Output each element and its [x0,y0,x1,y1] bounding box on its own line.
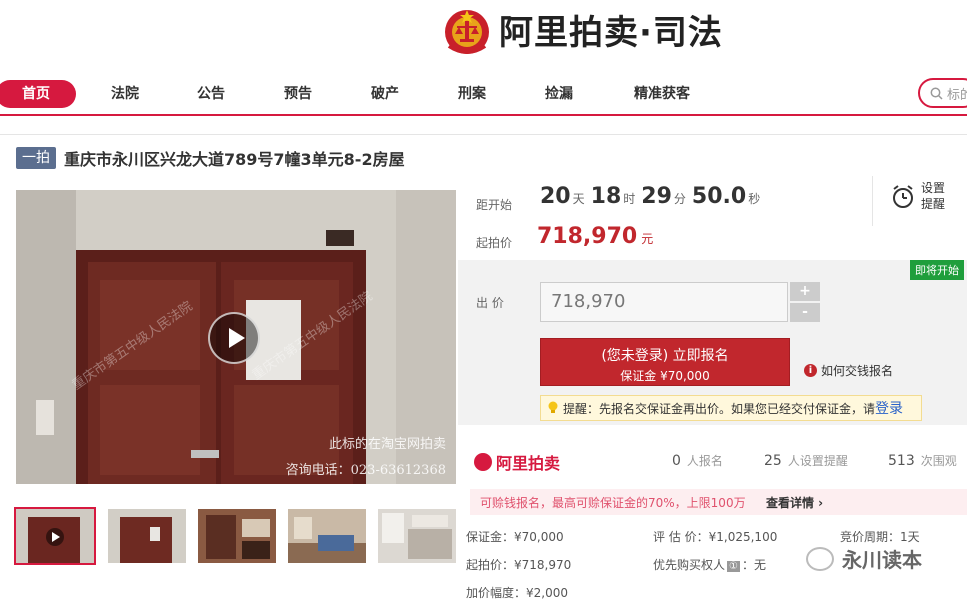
nav-item-home[interactable]: 首页 [0,80,76,108]
countdown-label: 距开始 [476,198,513,212]
play-icon [229,328,245,348]
nav-item-notice[interactable]: 公告 [186,80,236,108]
ali-auction-logo: 阿里拍卖 [474,450,560,474]
countdown-minutes: 29 [641,184,672,209]
howto-pay-label: 如何交钱报名 [821,364,894,378]
search-box[interactable]: 标的 [918,78,967,108]
signup-deposit-label: 保证金 ¥70,000 [620,369,710,383]
countdown-minutes-unit: 分 [673,192,686,206]
nav-item-bargain[interactable]: 捡漏 [534,80,584,108]
priority-badge: ① [727,561,740,572]
start-price-label: 起拍价 [476,236,513,250]
page-title: 重庆市永川区兴龙大道789号7幢3单元8-2房屋 [64,150,405,169]
search-icon [930,87,943,100]
wechat-icon [806,546,834,571]
search-input[interactable]: 标的 [947,84,967,103]
reminder-count-num: 25 [764,453,782,469]
countdown-seconds-unit: 秒 [748,192,761,206]
countdown-timer: 20 天 18 时 29 分 50.0 秒 [540,184,766,209]
round-badge: 一拍 [16,147,56,169]
nav-item-precision[interactable]: 精准获客 [622,80,702,108]
bidding-period-detail: 竞价周期：1天 [840,530,920,544]
platform-name: 阿里拍卖 [496,454,561,473]
reminder-count-label: 人设置提醒 [787,454,848,468]
countdown-days: 20 [540,184,571,209]
divider [0,134,967,135]
logo-text: 阿里拍卖·司法 [499,13,723,53]
bid-panel: 即将开始 出 价 718,970 + - (您未登录) 立即报名 保证金 ¥70… [458,260,967,425]
photo-caption-line2: 咨询电话：023-63612368 [286,463,446,478]
view-count-num: 513 [888,453,915,469]
reminder-label-line2: 提醒 [921,197,946,211]
view-count: 513 次围观 [888,452,957,469]
promo-details-link[interactable]: 查看详情 › [766,494,823,511]
increase-bid-button[interactable]: + [790,282,820,301]
start-price: 718,970 元 [537,224,653,249]
nav-item-court[interactable]: 法院 [100,80,150,108]
countdown-hours: 18 [590,184,622,209]
listing-title-row: 一拍 重庆市永川区兴龙大道789号7幢3单元8-2房屋 [16,146,405,170]
header: 阿里拍卖·司法 [0,0,967,70]
priority-buyer-value: ：无 [741,558,766,572]
promo-text: 可赊钱报名，最高可赊保证金的70%，上限100万 [480,495,746,510]
start-price-unit: 元 [641,232,654,246]
photo-caption-line1: 此标的在淘宝网拍卖 [329,436,446,452]
increment-detail: 加价幅度：¥2,000 [466,586,568,600]
ali-auction-icon [474,453,492,471]
priority-buyer-label: 优先购买权人 [653,558,726,572]
thumbnail[interactable] [14,507,96,565]
start-price-detail: 起拍价：¥718,970 [466,558,572,572]
signup-count: 0 人报名 [672,452,723,469]
status-badge: 即将开始 [910,260,964,280]
alarm-clock-icon [893,185,913,208]
countdown-hours-unit: 时 [623,192,636,206]
thumbnail[interactable] [288,509,366,563]
signup-button[interactable]: (您未登录) 立即报名 保证金 ¥70,000 [540,338,790,386]
signup-button-label: (您未登录) 立即报名 [601,348,729,364]
bid-stepper: + - [790,282,820,322]
signup-count-label: 人报名 [686,454,723,468]
thumbnail[interactable] [198,509,276,563]
play-video-button[interactable] [208,312,260,364]
nav-item-preview[interactable]: 预告 [273,80,323,108]
main-nav: 首页 法院 公告 预告 破产 刑案 捡漏 精准获客 标的 [0,76,967,116]
site-logo[interactable]: 阿里拍卖·司法 [443,6,723,60]
tip-text: 提醒：先报名交保证金再出价。如果您已经交付保证金，请 [563,401,876,416]
start-price-value: 718,970 [537,224,638,249]
howto-pay-link[interactable]: i 如何交钱报名 [804,362,893,379]
deposit-detail: 保证金：¥70,000 [466,530,564,544]
login-link[interactable]: 登录 [875,398,903,418]
priority-buyer-detail: 优先购买权人 ① ：无 [653,556,766,573]
countdown-seconds: 50.0 [691,184,747,209]
platform-stats: 阿里拍卖 0 人报名 25 人设置提醒 513 次围观 [458,440,967,478]
bid-amount-input[interactable]: 718,970 [540,282,788,322]
info-icon: i [804,364,817,377]
bid-label: 出 价 [476,296,504,310]
signup-count-num: 0 [672,453,681,469]
thumbnail[interactable] [378,509,456,563]
court-emblem-icon [445,10,489,54]
decrease-bid-button[interactable]: - [790,303,820,322]
nav-item-bankruptcy[interactable]: 破产 [360,80,410,108]
wechat-watermark-text: 永川读本 [842,548,922,572]
view-count-label: 次围观 [920,454,957,468]
wechat-watermark: 永川读本 [806,544,922,573]
thumbnail[interactable] [108,509,186,563]
set-reminder-button[interactable]: 设置 提醒 [872,176,967,226]
countdown-days-unit: 天 [572,192,585,206]
login-tip: 提醒：先报名交保证金再出价。如果您已经交付保证金，请 登录 [540,395,922,421]
evaluation-detail: 评 估 价：¥1,025,100 [653,530,778,544]
nav-item-criminal[interactable]: 刑案 [447,80,497,108]
reminder-count: 25 人设置提醒 [764,452,848,469]
reminder-label-line1: 设置 [921,181,946,195]
lightbulb-icon [548,401,558,413]
credit-promo-banner: 可赊钱报名，最高可赊保证金的70%，上限100万 查看详情 › [470,489,967,515]
